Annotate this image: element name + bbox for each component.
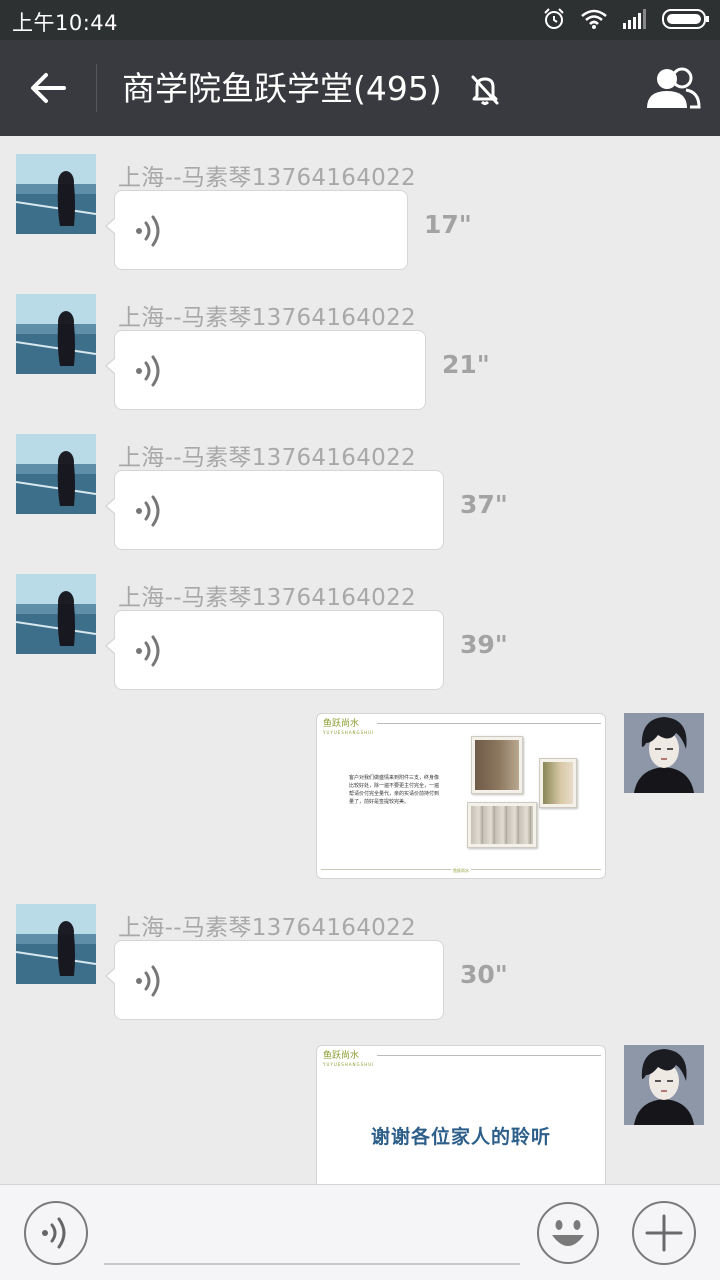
voice-duration: 21" xyxy=(442,350,490,379)
plus-icon xyxy=(645,1214,683,1252)
sender-name: 上海--马素琴13764164022 xyxy=(118,585,416,611)
voice-duration: 39" xyxy=(460,630,508,659)
wifi-icon xyxy=(581,9,607,29)
message-row: 上海--马素琴13764164022 21" xyxy=(0,294,720,434)
image-message-row: 鱼跃尚水 YUYUESHANGSHUI 客户对我们做盛情来到附件三支，终身像比较… xyxy=(0,712,720,884)
slide-footer: 鱼跃尚水 xyxy=(451,868,471,874)
signal-icon xyxy=(623,9,646,29)
voice-wave-icon xyxy=(42,1217,66,1249)
message-row: 上海--马素琴13764164022 39" xyxy=(0,574,720,714)
slide-text: 客户对我们做盛情来到附件三支，终身像比较好处，除一遍不要更主付完全，一遍帮请价付… xyxy=(349,775,440,805)
slide-brand: 鱼跃尚水 xyxy=(323,1051,360,1061)
my-avatar[interactable] xyxy=(624,713,704,793)
title-bar: 商学院鱼跃学堂(495) xyxy=(0,40,720,136)
status-icons xyxy=(542,7,710,31)
smiley-icon xyxy=(537,1202,599,1264)
status-time: 上午10:44 xyxy=(12,11,119,35)
group-members-button[interactable] xyxy=(644,66,702,112)
voice-wave-icon xyxy=(136,965,160,997)
input-underline xyxy=(104,1263,520,1265)
voice-duration: 37" xyxy=(460,490,508,519)
voice-message-bubble[interactable] xyxy=(105,940,444,1020)
message-input[interactable] xyxy=(104,1205,520,1261)
voice-wave-icon xyxy=(136,215,160,247)
chat-title: 商学院鱼跃学堂(495) xyxy=(122,69,442,108)
voice-duration: 17" xyxy=(424,210,472,239)
sender-avatar[interactable] xyxy=(16,434,96,514)
voice-wave-icon xyxy=(136,355,160,387)
alarm-icon xyxy=(544,8,564,29)
message-row: 上海--马素琴13764164022 17" xyxy=(0,154,720,294)
sender-avatar[interactable] xyxy=(16,574,96,654)
slide-brand-sub: YUYUESHANGSHUI xyxy=(323,730,375,735)
emoji-button[interactable] xyxy=(536,1201,600,1265)
voice-duration: 30" xyxy=(460,960,508,989)
input-bar xyxy=(0,1184,720,1280)
voice-input-toggle-button[interactable] xyxy=(24,1201,88,1265)
sender-name: 上海--马素琴13764164022 xyxy=(118,165,416,191)
sender-avatar[interactable] xyxy=(16,294,96,374)
image-message-bubble[interactable]: 鱼跃尚水 YUYUESHANGSHUI 客户对我们做盛情来到附件三支，终身像比较… xyxy=(316,713,606,879)
slide-rule xyxy=(377,1055,601,1056)
my-avatar[interactable] xyxy=(624,1045,704,1125)
mute-bell-icon xyxy=(468,72,502,106)
back-button[interactable] xyxy=(24,66,72,110)
more-actions-button[interactable] xyxy=(632,1201,696,1265)
sender-avatar[interactable] xyxy=(16,154,96,234)
slide-rule xyxy=(377,723,601,724)
slide-photo xyxy=(539,758,577,808)
message-row: 上海--马素琴13764164022 30" xyxy=(0,904,720,1044)
title-divider xyxy=(96,64,97,112)
voice-wave-icon xyxy=(136,495,160,527)
image-message-bubble[interactable]: 鱼跃尚水 YUYUESHANGSHUI 谢谢各位家人的聆听 xyxy=(316,1045,606,1184)
message-row: 上海--马素琴13764164022 37" xyxy=(0,434,720,574)
voice-message-bubble[interactable] xyxy=(105,330,426,410)
sender-name: 上海--马素琴13764164022 xyxy=(118,305,416,331)
slide-brand-sub: YUYUESHANGSHUI xyxy=(323,1062,375,1067)
back-arrow-icon xyxy=(31,73,66,103)
sender-name: 上海--马素琴13764164022 xyxy=(118,915,416,941)
slide-photo xyxy=(467,802,537,848)
sender-name: 上海--马素琴13764164022 xyxy=(118,445,416,471)
image-message-row: 鱼跃尚水 YUYUESHANGSHUI 谢谢各位家人的聆听 xyxy=(0,1044,720,1184)
people-icon xyxy=(647,67,701,109)
status-bar: 上午10:44 xyxy=(0,0,720,40)
battery-icon xyxy=(662,9,709,29)
slide-thanks-text: 谢谢各位家人的聆听 xyxy=(370,1126,551,1148)
voice-message-bubble[interactable] xyxy=(105,190,408,270)
sender-avatar[interactable] xyxy=(16,904,96,984)
slide-brand: 鱼跃尚水 xyxy=(323,719,360,729)
voice-message-bubble[interactable] xyxy=(105,610,444,690)
voice-message-bubble[interactable] xyxy=(105,470,444,550)
slide-photo xyxy=(471,736,523,794)
chat-message-list[interactable]: 上海--马素琴13764164022 17" 上海--马素琴1376416402… xyxy=(0,136,720,1184)
voice-wave-icon xyxy=(136,635,160,667)
